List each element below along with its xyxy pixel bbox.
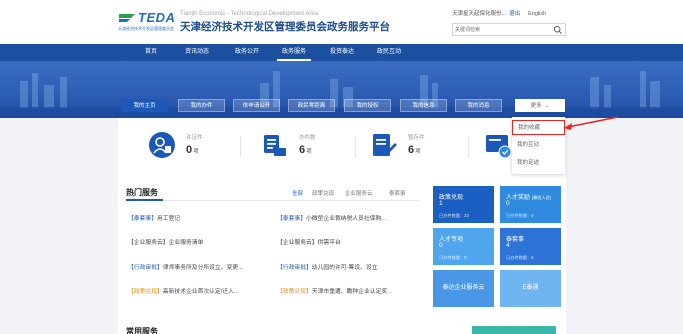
- license-icon: [149, 132, 175, 158]
- header: TEDA 天津经济技术开发区管理委员会 Tianjin Economic - T…: [0, 0, 683, 44]
- search-box: [452, 23, 566, 36]
- tab-my-cases[interactable]: 我的办件: [178, 99, 225, 112]
- stat-licenses[interactable]: 许证件 0项: [148, 131, 228, 167]
- service-item[interactable]: 【泰套事】用工登记: [128, 213, 268, 222]
- service-item[interactable]: 【企业服务云】企业服务清单: [128, 237, 268, 246]
- logo-subtext: 天津经济技术开发区管理委员会: [118, 26, 174, 31]
- cases-icon: [264, 135, 286, 156]
- tab-my-authorization[interactable]: 我的授权: [344, 99, 391, 112]
- service-item[interactable]: 【政策兑现】天津市重遭、瞻种企业认定奖...: [277, 286, 420, 295]
- certificate-icon: [486, 135, 512, 159]
- nav-gov-open[interactable]: 政务公开: [229, 44, 265, 61]
- tile-value: 1: [439, 200, 443, 207]
- page: TEDA 天津经济技术开发区管理委员会 Tianjin Economic - T…: [0, 0, 683, 334]
- user-name[interactable]: 天津星天起保化服份...: [452, 11, 506, 17]
- nav-interaction[interactable]: 政民互动: [371, 44, 407, 61]
- more-dropdown: 我的收藏 我的互动 我的足迹: [512, 117, 565, 174]
- filter-taitao[interactable]: 泰套事: [389, 189, 406, 197]
- draft-icon: [373, 134, 397, 156]
- dropdown-my-interactions[interactable]: 我的互动: [512, 138, 565, 153]
- tab-my-info[interactable]: 我的信息: [400, 99, 447, 112]
- chevron-down-icon: ⌄: [545, 103, 550, 109]
- service-item[interactable]: 【政策兑现】高新技术企业首次认定/迁入...: [128, 286, 268, 295]
- tile-foot: 已办件数量：23: [439, 213, 469, 218]
- section-rule: [126, 200, 420, 201]
- stat-label: 许证件: [186, 135, 203, 141]
- stat-label: 暂存件: [408, 135, 425, 141]
- tab-more-label: 更多: [530, 103, 542, 109]
- divider: [355, 136, 356, 158]
- language-link[interactable]: English: [528, 11, 546, 17]
- stat-value: 6项: [299, 144, 312, 156]
- service-item[interactable]: 【行政审批】幼儿园的许可-筹设、设立: [277, 262, 420, 271]
- search-input[interactable]: [455, 25, 551, 35]
- service-item[interactable]: 【企业服务云】供需平台: [277, 237, 420, 246]
- tile-title: 人才奖励 (最优人员): [506, 195, 552, 201]
- tab-my-messages[interactable]: 我的消息: [455, 99, 502, 112]
- main-nav: 首页 资讯动态 政务公开 政务服务 投资泰达 政民互动: [0, 44, 683, 61]
- tile-enterprise-cloud[interactable]: 泰达企业服务云: [433, 270, 494, 307]
- stat-label: 办件数: [299, 135, 316, 141]
- divider: [240, 136, 241, 158]
- tile-foot: 已办件数量：0: [439, 255, 467, 260]
- nav-gov-service[interactable]: 政务服务: [277, 44, 311, 61]
- common-services-title: 常用服务: [126, 327, 158, 334]
- section-rule-accent: [126, 199, 163, 201]
- stat-cases[interactable]: 办件数 6项: [261, 131, 341, 167]
- logout-link[interactable]: 退出: [509, 11, 520, 17]
- tile-title: E泰通: [522, 285, 539, 291]
- tile-e-taitong[interactable]: E泰通: [500, 270, 561, 307]
- service-item[interactable]: 【泰套事】小微型企业裁纳税人员社保购...: [277, 213, 420, 222]
- nav-home[interactable]: 首页: [137, 44, 165, 61]
- tile-value: 0: [439, 242, 443, 249]
- stat-value: 0项: [186, 144, 199, 156]
- tile-foot: 已办件数量：0: [506, 213, 534, 218]
- skyline-image: [0, 71, 683, 118]
- tab-my-home[interactable]: 我的主页: [121, 99, 168, 112]
- tile-value: 0: [506, 200, 510, 207]
- tab-zero-distance[interactable]: 政民零距离: [288, 99, 335, 112]
- site-title: 天津经济技术开发区管理委员会政务服务平台: [180, 21, 390, 33]
- filter-all[interactable]: 全部: [292, 189, 303, 197]
- tile-value: 4: [506, 242, 510, 249]
- logo-mark-icon: [119, 14, 135, 22]
- tile-talent-award[interactable]: 人才奖励 (最优人员) 0 已办件数量：0: [500, 186, 561, 223]
- tab-disclosure-request[interactable]: 依申请公开: [233, 99, 280, 112]
- hot-services-title: 热门服务: [126, 188, 158, 197]
- city-banner: [0, 61, 683, 118]
- nav-invest[interactable]: 投资泰达: [324, 44, 360, 61]
- common-services-button[interactable]: [472, 326, 556, 334]
- tile-policy[interactable]: 政策兑现 1 已办件数量：23: [433, 186, 494, 223]
- service-item[interactable]: 【行政审批】律师事务所及分所设立、变更...: [128, 262, 268, 271]
- user-bar: 天津星天起保化服份... 退出 English: [452, 9, 546, 17]
- nav-news[interactable]: 资讯动态: [179, 44, 215, 61]
- tile-taitao[interactable]: 泰套事 4 已办件数量：5: [500, 228, 561, 265]
- dropdown-my-footprints[interactable]: 我的足迹: [512, 156, 565, 171]
- tile-title: 泰达企业服务云: [442, 285, 485, 291]
- stat-drafts[interactable]: 暂存件 6项: [370, 131, 450, 167]
- filter-policy[interactable]: 政策兑现: [312, 189, 334, 197]
- tab-more[interactable]: 更多 ⌄: [515, 99, 565, 112]
- stat-value: 6项: [408, 144, 421, 156]
- annotation-arrow-icon: [564, 116, 619, 130]
- tile-foot: 已办件数量：5: [506, 255, 534, 260]
- site-title-en: Tianjin Economic - Technological Develop…: [180, 11, 319, 17]
- divider: [468, 136, 469, 158]
- filter-enterprise-cloud[interactable]: 企业服务云: [345, 189, 373, 197]
- dropdown-my-favorites[interactable]: 我的收藏: [512, 120, 565, 135]
- teda-logo[interactable]: TEDA 天津经济技术开发区管理委员会: [118, 10, 176, 36]
- search-icon[interactable]: [553, 25, 563, 35]
- logo-text: TEDA: [138, 10, 176, 25]
- tile-talent-special[interactable]: 人才专项 0 已办件数量：0: [433, 228, 494, 265]
